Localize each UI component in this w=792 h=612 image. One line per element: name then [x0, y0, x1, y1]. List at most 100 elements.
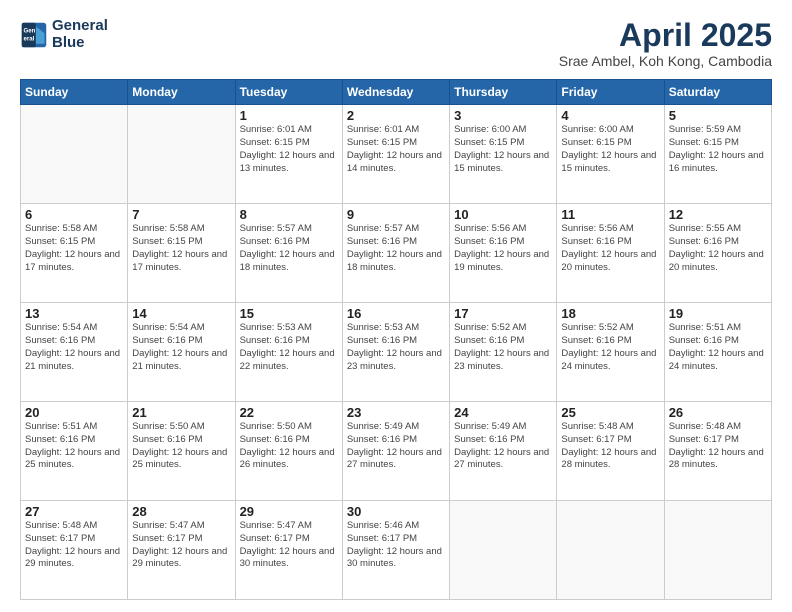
- day-info: Sunrise: 6:00 AM Sunset: 6:15 PM Dayligh…: [454, 124, 552, 175]
- calendar-cell: 27Sunrise: 5:48 AM Sunset: 6:17 PM Dayli…: [21, 501, 128, 600]
- calendar-cell: 6Sunrise: 5:58 AM Sunset: 6:15 PM Daylig…: [21, 204, 128, 303]
- day-number: 10: [454, 207, 552, 222]
- day-number: 18: [561, 306, 659, 321]
- calendar-table: SundayMondayTuesdayWednesdayThursdayFrid…: [20, 79, 772, 600]
- calendar-header-thursday: Thursday: [450, 80, 557, 105]
- calendar-cell: 26Sunrise: 5:48 AM Sunset: 6:17 PM Dayli…: [664, 402, 771, 501]
- day-info: Sunrise: 5:46 AM Sunset: 6:17 PM Dayligh…: [347, 520, 445, 571]
- day-info: Sunrise: 5:53 AM Sunset: 6:16 PM Dayligh…: [240, 322, 338, 373]
- day-number: 6: [25, 207, 123, 222]
- day-info: Sunrise: 5:55 AM Sunset: 6:16 PM Dayligh…: [669, 223, 767, 274]
- day-info: Sunrise: 5:58 AM Sunset: 6:15 PM Dayligh…: [132, 223, 230, 274]
- calendar-cell: 5Sunrise: 5:59 AM Sunset: 6:15 PM Daylig…: [664, 105, 771, 204]
- day-info: Sunrise: 5:53 AM Sunset: 6:16 PM Dayligh…: [347, 322, 445, 373]
- calendar-week-row: 1Sunrise: 6:01 AM Sunset: 6:15 PM Daylig…: [21, 105, 772, 204]
- day-info: Sunrise: 5:51 AM Sunset: 6:16 PM Dayligh…: [669, 322, 767, 373]
- day-number: 20: [25, 405, 123, 420]
- day-number: 17: [454, 306, 552, 321]
- header: Gen eral General Blue April 2025 Srae Am…: [20, 18, 772, 69]
- page: Gen eral General Blue April 2025 Srae Am…: [0, 0, 792, 612]
- calendar-cell: 25Sunrise: 5:48 AM Sunset: 6:17 PM Dayli…: [557, 402, 664, 501]
- day-info: Sunrise: 5:47 AM Sunset: 6:17 PM Dayligh…: [240, 520, 338, 571]
- calendar-week-row: 27Sunrise: 5:48 AM Sunset: 6:17 PM Dayli…: [21, 501, 772, 600]
- calendar-cell: 16Sunrise: 5:53 AM Sunset: 6:16 PM Dayli…: [342, 303, 449, 402]
- calendar-cell: 2Sunrise: 6:01 AM Sunset: 6:15 PM Daylig…: [342, 105, 449, 204]
- day-number: 26: [669, 405, 767, 420]
- day-number: 8: [240, 207, 338, 222]
- calendar-cell: 22Sunrise: 5:50 AM Sunset: 6:16 PM Dayli…: [235, 402, 342, 501]
- day-number: 12: [669, 207, 767, 222]
- calendar-cell: 14Sunrise: 5:54 AM Sunset: 6:16 PM Dayli…: [128, 303, 235, 402]
- calendar-cell: 13Sunrise: 5:54 AM Sunset: 6:16 PM Dayli…: [21, 303, 128, 402]
- day-number: 21: [132, 405, 230, 420]
- logo-icon: Gen eral: [20, 21, 48, 49]
- calendar-week-row: 13Sunrise: 5:54 AM Sunset: 6:16 PM Dayli…: [21, 303, 772, 402]
- day-info: Sunrise: 5:56 AM Sunset: 6:16 PM Dayligh…: [561, 223, 659, 274]
- calendar-cell: 7Sunrise: 5:58 AM Sunset: 6:15 PM Daylig…: [128, 204, 235, 303]
- calendar-cell: 21Sunrise: 5:50 AM Sunset: 6:16 PM Dayli…: [128, 402, 235, 501]
- calendar-header-friday: Friday: [557, 80, 664, 105]
- calendar-cell: 18Sunrise: 5:52 AM Sunset: 6:16 PM Dayli…: [557, 303, 664, 402]
- logo-text: General Blue: [52, 18, 108, 51]
- calendar-cell: 19Sunrise: 5:51 AM Sunset: 6:16 PM Dayli…: [664, 303, 771, 402]
- calendar-cell: 23Sunrise: 5:49 AM Sunset: 6:16 PM Dayli…: [342, 402, 449, 501]
- day-info: Sunrise: 5:48 AM Sunset: 6:17 PM Dayligh…: [669, 421, 767, 472]
- calendar-header-tuesday: Tuesday: [235, 80, 342, 105]
- day-info: Sunrise: 5:54 AM Sunset: 6:16 PM Dayligh…: [132, 322, 230, 373]
- day-number: 16: [347, 306, 445, 321]
- day-number: 22: [240, 405, 338, 420]
- calendar-cell: 17Sunrise: 5:52 AM Sunset: 6:16 PM Dayli…: [450, 303, 557, 402]
- day-info: Sunrise: 6:01 AM Sunset: 6:15 PM Dayligh…: [240, 124, 338, 175]
- calendar-cell: [21, 105, 128, 204]
- calendar-cell: 28Sunrise: 5:47 AM Sunset: 6:17 PM Dayli…: [128, 501, 235, 600]
- logo: Gen eral General Blue: [20, 18, 108, 51]
- day-info: Sunrise: 5:52 AM Sunset: 6:16 PM Dayligh…: [454, 322, 552, 373]
- calendar-cell: 29Sunrise: 5:47 AM Sunset: 6:17 PM Dayli…: [235, 501, 342, 600]
- day-info: Sunrise: 5:59 AM Sunset: 6:15 PM Dayligh…: [669, 124, 767, 175]
- day-number: 14: [132, 306, 230, 321]
- calendar-cell: [450, 501, 557, 600]
- day-info: Sunrise: 5:52 AM Sunset: 6:16 PM Dayligh…: [561, 322, 659, 373]
- day-number: 7: [132, 207, 230, 222]
- day-info: Sunrise: 5:49 AM Sunset: 6:16 PM Dayligh…: [454, 421, 552, 472]
- day-number: 15: [240, 306, 338, 321]
- calendar-cell: 3Sunrise: 6:00 AM Sunset: 6:15 PM Daylig…: [450, 105, 557, 204]
- calendar-cell: 30Sunrise: 5:46 AM Sunset: 6:17 PM Dayli…: [342, 501, 449, 600]
- svg-text:Gen: Gen: [24, 27, 36, 34]
- day-number: 4: [561, 108, 659, 123]
- calendar-header-sunday: Sunday: [21, 80, 128, 105]
- day-info: Sunrise: 5:49 AM Sunset: 6:16 PM Dayligh…: [347, 421, 445, 472]
- day-number: 29: [240, 504, 338, 519]
- calendar-cell: 12Sunrise: 5:55 AM Sunset: 6:16 PM Dayli…: [664, 204, 771, 303]
- day-info: Sunrise: 5:56 AM Sunset: 6:16 PM Dayligh…: [454, 223, 552, 274]
- day-number: 2: [347, 108, 445, 123]
- calendar-week-row: 6Sunrise: 5:58 AM Sunset: 6:15 PM Daylig…: [21, 204, 772, 303]
- main-title: April 2025: [559, 18, 772, 53]
- logo-line2: Blue: [52, 35, 108, 52]
- logo-line1: General: [52, 18, 108, 35]
- day-info: Sunrise: 5:50 AM Sunset: 6:16 PM Dayligh…: [132, 421, 230, 472]
- calendar-cell: 15Sunrise: 5:53 AM Sunset: 6:16 PM Dayli…: [235, 303, 342, 402]
- day-number: 30: [347, 504, 445, 519]
- day-number: 1: [240, 108, 338, 123]
- calendar-header-monday: Monday: [128, 80, 235, 105]
- title-block: April 2025 Srae Ambel, Koh Kong, Cambodi…: [559, 18, 772, 69]
- day-number: 11: [561, 207, 659, 222]
- day-info: Sunrise: 5:57 AM Sunset: 6:16 PM Dayligh…: [347, 223, 445, 274]
- day-info: Sunrise: 5:48 AM Sunset: 6:17 PM Dayligh…: [25, 520, 123, 571]
- day-number: 25: [561, 405, 659, 420]
- day-number: 3: [454, 108, 552, 123]
- calendar-cell: 9Sunrise: 5:57 AM Sunset: 6:16 PM Daylig…: [342, 204, 449, 303]
- calendar-cell: 11Sunrise: 5:56 AM Sunset: 6:16 PM Dayli…: [557, 204, 664, 303]
- day-info: Sunrise: 5:51 AM Sunset: 6:16 PM Dayligh…: [25, 421, 123, 472]
- calendar-cell: 24Sunrise: 5:49 AM Sunset: 6:16 PM Dayli…: [450, 402, 557, 501]
- day-info: Sunrise: 6:00 AM Sunset: 6:15 PM Dayligh…: [561, 124, 659, 175]
- day-number: 19: [669, 306, 767, 321]
- subtitle: Srae Ambel, Koh Kong, Cambodia: [559, 53, 772, 69]
- day-info: Sunrise: 5:58 AM Sunset: 6:15 PM Dayligh…: [25, 223, 123, 274]
- day-number: 9: [347, 207, 445, 222]
- calendar-cell: 10Sunrise: 5:56 AM Sunset: 6:16 PM Dayli…: [450, 204, 557, 303]
- day-info: Sunrise: 6:01 AM Sunset: 6:15 PM Dayligh…: [347, 124, 445, 175]
- day-info: Sunrise: 5:54 AM Sunset: 6:16 PM Dayligh…: [25, 322, 123, 373]
- day-number: 27: [25, 504, 123, 519]
